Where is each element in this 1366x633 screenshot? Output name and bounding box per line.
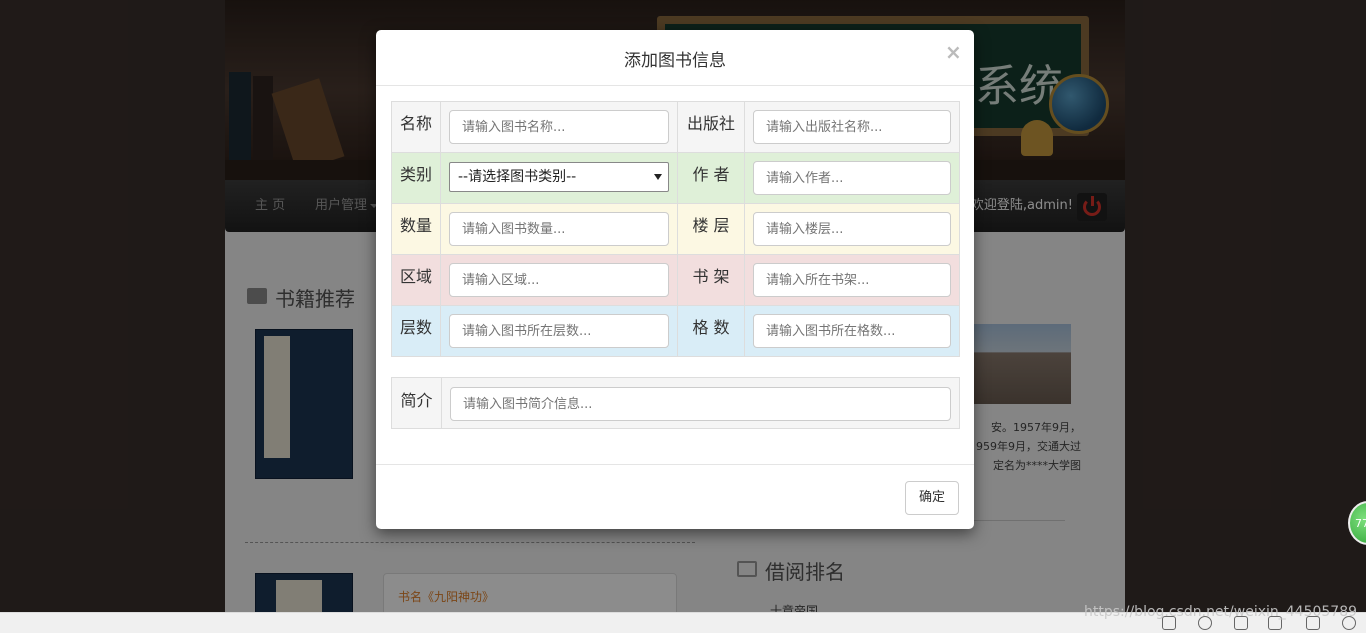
shelf-label: 书 架: [677, 254, 745, 306]
close-icon[interactable]: ×: [945, 42, 962, 62]
modal-footer: 确定: [376, 464, 974, 529]
area-label: 区域: [391, 254, 441, 306]
form-row-name: 名称 出版社: [391, 101, 960, 153]
form-row-quantity: 数量 楼 层: [391, 203, 960, 255]
form-row-area: 区域 书 架: [391, 254, 960, 306]
floor-label: 楼 层: [677, 203, 745, 255]
publisher-input[interactable]: [753, 110, 951, 144]
quantity-label: 数量: [391, 203, 441, 255]
shelf-input[interactable]: [753, 263, 951, 297]
area-input[interactable]: [449, 263, 669, 297]
name-label: 名称: [391, 101, 441, 153]
author-input[interactable]: [753, 161, 951, 195]
intro-table: 简介: [391, 377, 960, 429]
intro-input[interactable]: [450, 387, 951, 421]
category-selected-value: --请选择图书类别--: [458, 169, 577, 185]
book-name-input[interactable]: [449, 110, 669, 144]
book-form-table: 名称 出版社 类别 --请选择图书类别-- 作 者 数量 楼 层 区域: [391, 101, 960, 357]
form-row-category: 类别 --请选择图书类别-- 作 者: [391, 152, 960, 204]
author-label: 作 者: [677, 152, 745, 204]
add-book-modal: 添加图书信息 × 名称 出版社 类别 --请选择图书类别-- 作 者 数量 楼: [376, 30, 974, 529]
category-label: 类别: [391, 152, 441, 204]
category-select[interactable]: --请选择图书类别--: [449, 162, 669, 192]
dropdown-arrow-icon: [654, 174, 662, 180]
watermark-url: https://blog.csdn.net/weixin_44505789: [1084, 604, 1358, 620]
modal-title: 添加图书信息: [624, 51, 726, 71]
form-row-layer: 层数 格 数: [391, 305, 960, 357]
form-row-intro: 简介: [391, 377, 960, 429]
grid-input[interactable]: [753, 314, 951, 348]
intro-label: 简介: [391, 377, 442, 429]
floor-input[interactable]: [753, 212, 951, 246]
publisher-label: 出版社: [677, 101, 745, 153]
quantity-input[interactable]: [449, 212, 669, 246]
float-ball-text: 77: [1355, 517, 1366, 530]
grid-label: 格 数: [677, 305, 745, 357]
layer-input[interactable]: [449, 314, 669, 348]
confirm-button[interactable]: 确定: [905, 481, 959, 515]
layer-label: 层数: [391, 305, 441, 357]
modal-header: 添加图书信息 ×: [376, 30, 974, 86]
